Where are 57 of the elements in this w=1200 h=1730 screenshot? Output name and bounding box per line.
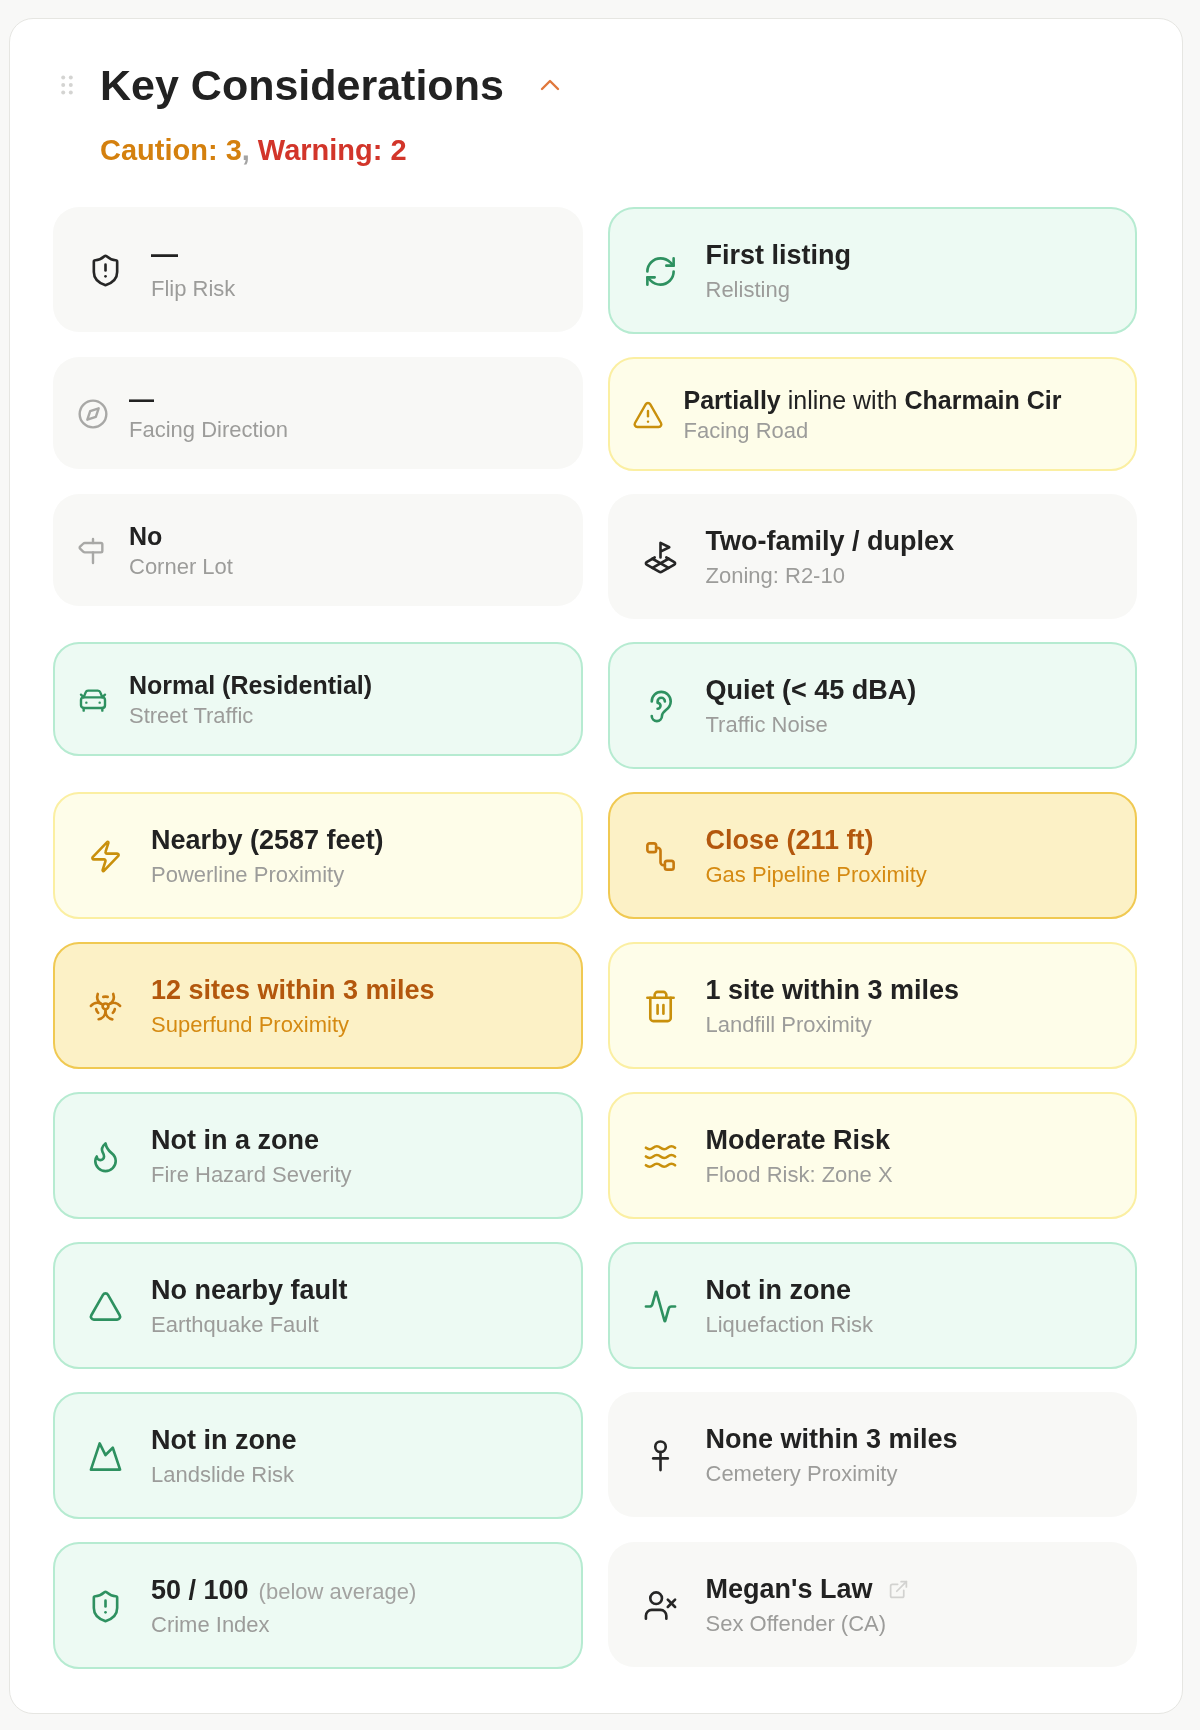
item-value: Close (211 ft): [705, 824, 874, 857]
section-title: Key Considerations: [100, 60, 504, 111]
item-value: Megan's Law: [705, 1573, 873, 1606]
item-label: Gas Pipeline Proximity: [705, 861, 927, 889]
mountain-icon: [88, 1439, 123, 1474]
warning-triangle-icon: [631, 399, 664, 431]
item-value: 50 / 100: [151, 1574, 249, 1607]
external-link-icon[interactable]: [888, 1578, 910, 1600]
flag-plot-icon: [642, 540, 678, 575]
item-value: Two-family / duplex: [705, 525, 955, 558]
item-label: Crime Index: [151, 1611, 271, 1639]
item-label: Street Traffic: [129, 702, 255, 730]
person-cross-icon: [642, 1588, 678, 1623]
item-value: —: [129, 384, 154, 415]
item-label: Landslide Risk: [151, 1461, 296, 1489]
item-label: Relisting: [705, 276, 791, 304]
item-value: Normal (Residential): [129, 670, 373, 701]
chevron-up-icon: [539, 79, 560, 91]
pulse-line-icon: [642, 1289, 678, 1324]
item-label: Facing Road: [683, 417, 810, 445]
item-label: Earthquake Fault: [151, 1311, 320, 1339]
compass-icon: [77, 398, 109, 430]
drag-handle-icon[interactable]: [61, 75, 73, 95]
item-value: No nearby fault: [151, 1274, 348, 1307]
value-note: (below average): [258, 1579, 417, 1605]
item-label: Superfund Proximity: [151, 1011, 351, 1039]
item-value: Not in zone: [705, 1274, 851, 1307]
item-label: Liquefaction Risk: [705, 1311, 874, 1339]
item-value: Nearby (2587 feet): [151, 824, 384, 857]
summary-count: Caution: 3: [100, 134, 242, 166]
item-value: No: [129, 521, 163, 552]
item-value: —: [151, 238, 178, 271]
collapse-button[interactable]: [539, 79, 560, 91]
item-label: Powerline Proximity: [151, 861, 346, 889]
item-value: Not in a zone: [151, 1124, 319, 1157]
item-label: Flood Risk: Zone X: [705, 1161, 893, 1189]
item-label: Facing Direction: [129, 416, 288, 444]
summary-separator: ,: [241, 134, 250, 166]
item-value: Moderate Risk: [705, 1124, 891, 1157]
summary-count: Warning: 2: [257, 134, 407, 166]
item-label: Corner Lot: [129, 553, 233, 581]
item-label: Cemetery Proximity: [705, 1460, 899, 1488]
item-value: 1 site within 3 miles: [705, 974, 960, 1007]
item-value: Not in zone: [151, 1424, 297, 1457]
item-label: Traffic Noise: [705, 711, 829, 739]
item-value: Partially inline with Charmain Cir: [683, 385, 1062, 416]
lightning-bolt-icon: [88, 839, 123, 874]
triangle-icon: [88, 1289, 123, 1324]
item-label: Landfill Proximity: [705, 1011, 873, 1039]
item-value: 12 sites within 3 miles: [151, 974, 435, 1007]
item-label: Sex Offender (CA): [705, 1610, 888, 1638]
item-label: Fire Hazard Severity: [151, 1161, 352, 1189]
item-value: First listing: [705, 239, 851, 272]
item-label: Flip Risk: [151, 275, 236, 303]
item-label: Zoning: R2-10: [705, 562, 846, 590]
item-value: None within 3 miles: [705, 1423, 958, 1456]
item-value: Quiet (< 45 dBA): [705, 674, 917, 707]
